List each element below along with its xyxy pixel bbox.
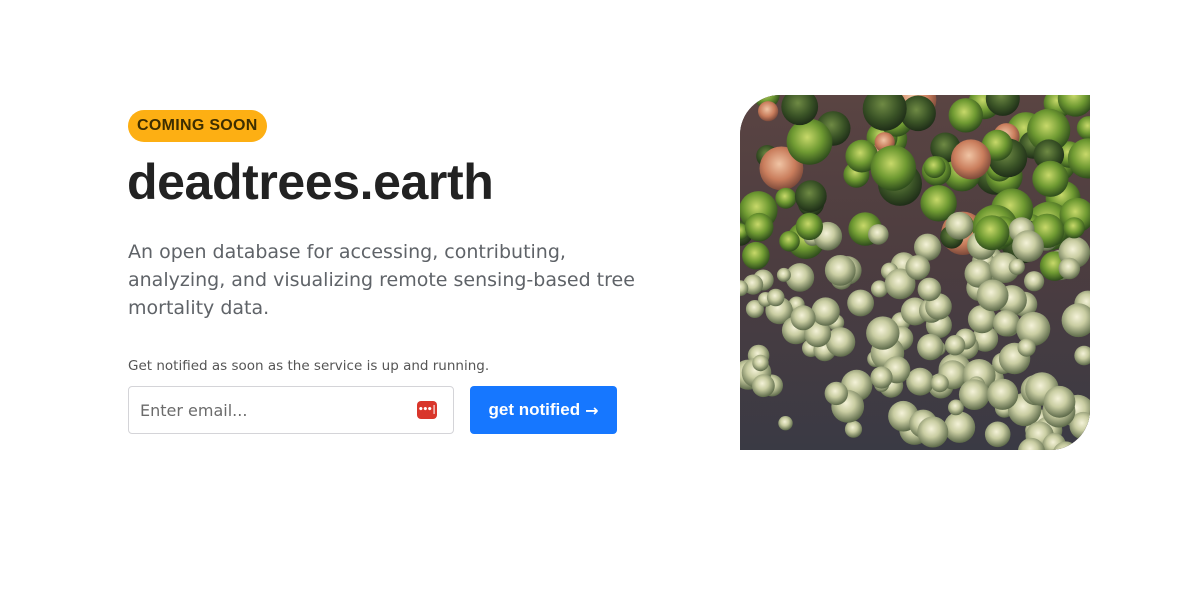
get-notified-button[interactable]: get notified → xyxy=(470,386,617,434)
tree-crown xyxy=(742,241,770,270)
tree-crown xyxy=(906,367,934,396)
landing-page: COMING SOON deadtrees.earth An open data… xyxy=(0,0,1200,601)
tree-crown xyxy=(758,101,779,122)
tree-crown xyxy=(923,156,946,179)
tree-crown xyxy=(1058,257,1081,280)
tree-crown xyxy=(944,335,966,356)
tree-crown xyxy=(984,421,1011,448)
tree-crown xyxy=(917,333,944,361)
tree-crown xyxy=(744,212,774,242)
tree-crown xyxy=(930,374,949,393)
get-notified-label: get notified xyxy=(488,400,581,419)
tree-crown xyxy=(779,230,800,252)
tree-crown xyxy=(945,211,974,240)
tree-crown xyxy=(776,267,791,282)
tree-crown xyxy=(976,279,1009,312)
tree-crown xyxy=(905,255,931,280)
tree-crown xyxy=(778,416,793,431)
tree-crown xyxy=(775,187,797,209)
aerial-forest-image xyxy=(740,95,1090,450)
tree-crown xyxy=(752,374,775,398)
tree-crown xyxy=(795,212,823,241)
tree-crown xyxy=(974,215,1010,251)
tree-crown xyxy=(950,139,991,180)
tree-crown xyxy=(790,305,816,331)
coming-soon-badge: COMING SOON xyxy=(128,110,267,142)
password-manager-icon[interactable]: •••| xyxy=(417,401,437,419)
tree-crown xyxy=(992,310,1020,337)
tree-crown xyxy=(824,255,856,286)
tree-crown xyxy=(794,180,827,213)
tree-crown xyxy=(948,98,983,133)
tree-crown xyxy=(870,145,916,191)
tree-crown xyxy=(766,288,785,307)
tree-crown xyxy=(917,277,942,302)
email-input[interactable] xyxy=(129,387,399,433)
tree-crown xyxy=(1043,385,1076,418)
tree-crown xyxy=(824,381,848,406)
tree-crown xyxy=(1063,217,1085,239)
tree-crown xyxy=(1024,271,1045,292)
tree-crown xyxy=(1012,230,1044,263)
tree-crown xyxy=(958,379,990,410)
email-field-container: •••| xyxy=(128,386,454,434)
arrow-right-icon: → xyxy=(585,400,599,420)
tree-crown xyxy=(844,420,863,438)
tree-crown xyxy=(1017,338,1036,357)
tree-crown xyxy=(847,289,874,317)
password-dots-icon: •••| xyxy=(418,405,437,415)
description: An open database for accessing, contribu… xyxy=(128,241,635,319)
tree-crown xyxy=(868,224,889,245)
tree-crown xyxy=(866,316,900,350)
notify-label: Get notified as soon as the service is u… xyxy=(128,358,490,374)
tree-crown xyxy=(1008,258,1025,275)
tree-crown xyxy=(987,378,1019,410)
tree-crown xyxy=(917,416,949,448)
tree-crown xyxy=(943,411,976,443)
tree-crown xyxy=(811,297,840,326)
page-title: deadtrees.earth xyxy=(127,154,494,210)
tree-crown xyxy=(752,354,769,372)
tree-crown xyxy=(1032,160,1069,197)
tree-crown xyxy=(870,366,893,389)
tree-crown xyxy=(786,118,833,165)
